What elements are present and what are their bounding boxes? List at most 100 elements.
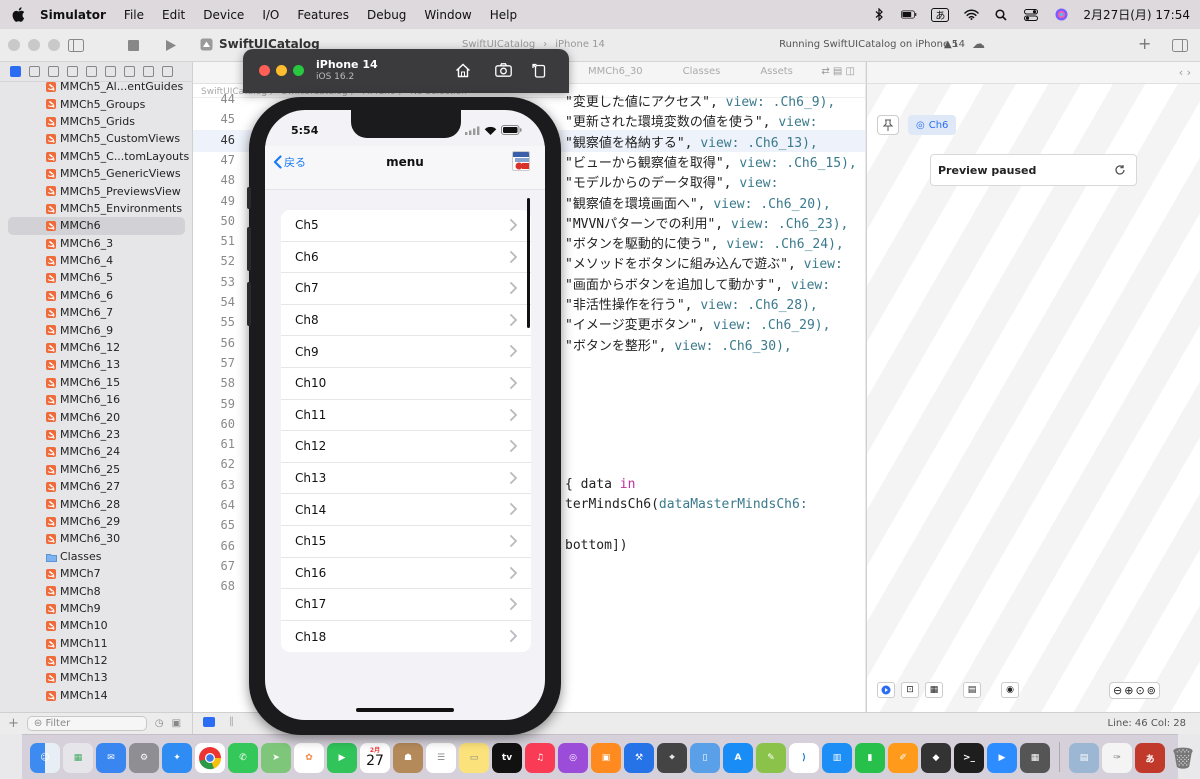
tab-assets[interactable]: Assets (760, 66, 793, 77)
xcode-zoom-button[interactable] (48, 39, 60, 51)
navigator-item[interactable]: MMCh5_Groups (0, 95, 192, 112)
variants-icon[interactable]: ▦ (925, 682, 943, 698)
text-editor-icon[interactable]: ✎ (756, 743, 786, 773)
menu-features[interactable]: Features (297, 8, 349, 22)
trash-icon[interactable]: 🗑 (1168, 743, 1198, 773)
navigator-item[interactable]: MMCh6_15 (0, 374, 192, 391)
tab-classes[interactable]: Classes (683, 66, 721, 77)
navigator-item[interactable]: MMCh9 (0, 600, 192, 617)
facetime-icon[interactable]: ▶ (327, 743, 357, 773)
control-center-icon[interactable] (1023, 8, 1039, 22)
spotlight-search-icon[interactable] (993, 8, 1009, 22)
live-preview-icon[interactable] (877, 682, 895, 698)
vscode-icon[interactable]: ⟩ (789, 743, 819, 773)
preview-selector[interactable]: ◎ Ch6 (908, 115, 957, 135)
stop-icon[interactable] (128, 40, 139, 51)
tab-mmch6-30[interactable]: MMCh6_30 (588, 66, 643, 77)
navigator-item[interactable]: MMCh5_Al...entGuides (0, 78, 192, 95)
chapter-row[interactable]: Ch13 (281, 463, 531, 495)
chapter-row[interactable]: Ch11 (281, 400, 531, 432)
wifi-icon[interactable] (963, 8, 979, 22)
podcasts-icon[interactable]: ◎ (558, 743, 588, 773)
canvas-nav-arrows-icon[interactable]: ‹ › (1179, 66, 1191, 79)
volume-down-button[interactable] (247, 282, 251, 326)
find-icon[interactable] (67, 66, 78, 77)
reminders-icon[interactable]: ☰ (426, 743, 456, 773)
menu-edit[interactable]: Edit (162, 8, 185, 22)
navigator-item[interactable]: MMCh6_5 (0, 269, 192, 286)
sidebar-toggle-icon[interactable] (68, 39, 84, 55)
inspector-toggle-icon[interactable] (1172, 39, 1188, 55)
add-icon[interactable]: + (1138, 34, 1151, 53)
zoom-in-icon[interactable]: ⊕ (1124, 684, 1133, 697)
folder-icon[interactable] (10, 66, 21, 77)
menu-debug[interactable]: Debug (367, 8, 406, 22)
document-icon[interactable]: ✑ (1102, 743, 1132, 773)
preview-app-icon[interactable]: ▤ (1069, 743, 1099, 773)
battery-icon[interactable] (901, 8, 917, 22)
filter-input[interactable]: ⊜ Filter (26, 716, 147, 731)
mail-icon[interactable]: ✉ (96, 743, 126, 773)
navigator-item[interactable]: MMCh10 (0, 617, 192, 634)
calculator-icon[interactable]: ▦ (1020, 743, 1050, 773)
chapter-row[interactable]: Ch8 (281, 305, 531, 337)
notes-icon[interactable]: ▭ (459, 743, 489, 773)
navigator-item[interactable]: MMCh6_23 (0, 426, 192, 443)
chapter-row[interactable]: Ch16 (281, 558, 531, 590)
warnings-badge[interactable]: ▲5 (944, 39, 958, 50)
menu-help[interactable]: Help (490, 8, 517, 22)
numbers-icon[interactable]: ▮ (855, 743, 885, 773)
keynote-icon[interactable]: ▥ (822, 743, 852, 773)
chapter-row[interactable]: Ch5 (281, 210, 531, 242)
recent-filter-icon[interactable]: ◷ (155, 718, 164, 729)
chapter-row[interactable]: Ch17 (281, 589, 531, 621)
navigator-item[interactable]: MMCh6 (8, 217, 185, 235)
device-settings-icon[interactable]: ▤ (963, 682, 981, 698)
chapter-row[interactable]: Ch6 (281, 242, 531, 274)
sim-zoom-button[interactable] (293, 65, 304, 76)
navigator-item[interactable]: MMCh6_25 (0, 461, 192, 478)
safari-icon[interactable]: ✦ (162, 743, 192, 773)
navigator-item[interactable]: MMCh5_GenericViews (0, 165, 192, 182)
navigator-item[interactable]: MMCh14 (0, 687, 192, 704)
sim-minimize-button[interactable] (276, 65, 287, 76)
chrome-icon[interactable] (195, 743, 225, 773)
navigator-item[interactable]: MMCh6_6 (0, 287, 192, 304)
photos-icon[interactable]: ✿ (294, 743, 324, 773)
navigator-item[interactable]: MMCh6_9 (0, 321, 192, 338)
chapter-row[interactable]: Ch10 (281, 368, 531, 400)
app-store-icon[interactable]: A (723, 743, 753, 773)
navigator-item[interactable]: MMCh13 (0, 669, 192, 686)
menu-device[interactable]: Device (203, 8, 244, 22)
xcode-close-button[interactable] (8, 39, 20, 51)
report-icon[interactable] (162, 66, 173, 77)
pages-icon[interactable]: ✐ (888, 743, 918, 773)
breakpoint-icon[interactable] (143, 66, 154, 77)
navigator-item[interactable]: MMCh6_20 (0, 408, 192, 425)
pane-divider-icon[interactable]: ‖ (229, 716, 234, 727)
apple-menu-icon[interactable] (10, 7, 26, 23)
menubar-clock[interactable]: 2月27日(月) 17:54 (1083, 6, 1190, 23)
chapter-row[interactable]: Ch12 (281, 431, 531, 463)
chapter-row[interactable]: Ch15 (281, 526, 531, 558)
calendar-icon[interactable]: 2月 27 (360, 743, 390, 773)
siri-icon[interactable] (1053, 8, 1069, 22)
navigator-item[interactable]: MMCh6_30 (0, 530, 192, 547)
pin-preview-button[interactable] (877, 115, 899, 135)
instruments-icon[interactable]: ⌖ (657, 743, 687, 773)
navigator-item[interactable]: Classes (0, 548, 192, 565)
editor-options-icon[interactable]: ⇄ ▤ ◫ (821, 66, 855, 77)
japanese-input-icon[interactable]: あ (1135, 743, 1165, 773)
finder-icon[interactable]: ☺ (30, 743, 60, 773)
sim-close-button[interactable] (259, 65, 270, 76)
mute-switch[interactable] (247, 187, 251, 209)
scm-filter-icon[interactable]: ▣ (172, 718, 181, 729)
symbol-icon[interactable] (48, 66, 59, 77)
navigator-item[interactable]: MMCh6_27 (0, 478, 192, 495)
xcode-icon[interactable]: ⚒ (624, 743, 654, 773)
menu-file[interactable]: File (124, 8, 144, 22)
nav-image-icon[interactable] (512, 151, 530, 171)
menu-window[interactable]: Window (424, 8, 471, 22)
chapter-row[interactable]: Ch14 (281, 494, 531, 526)
source-control-icon[interactable] (29, 66, 40, 77)
